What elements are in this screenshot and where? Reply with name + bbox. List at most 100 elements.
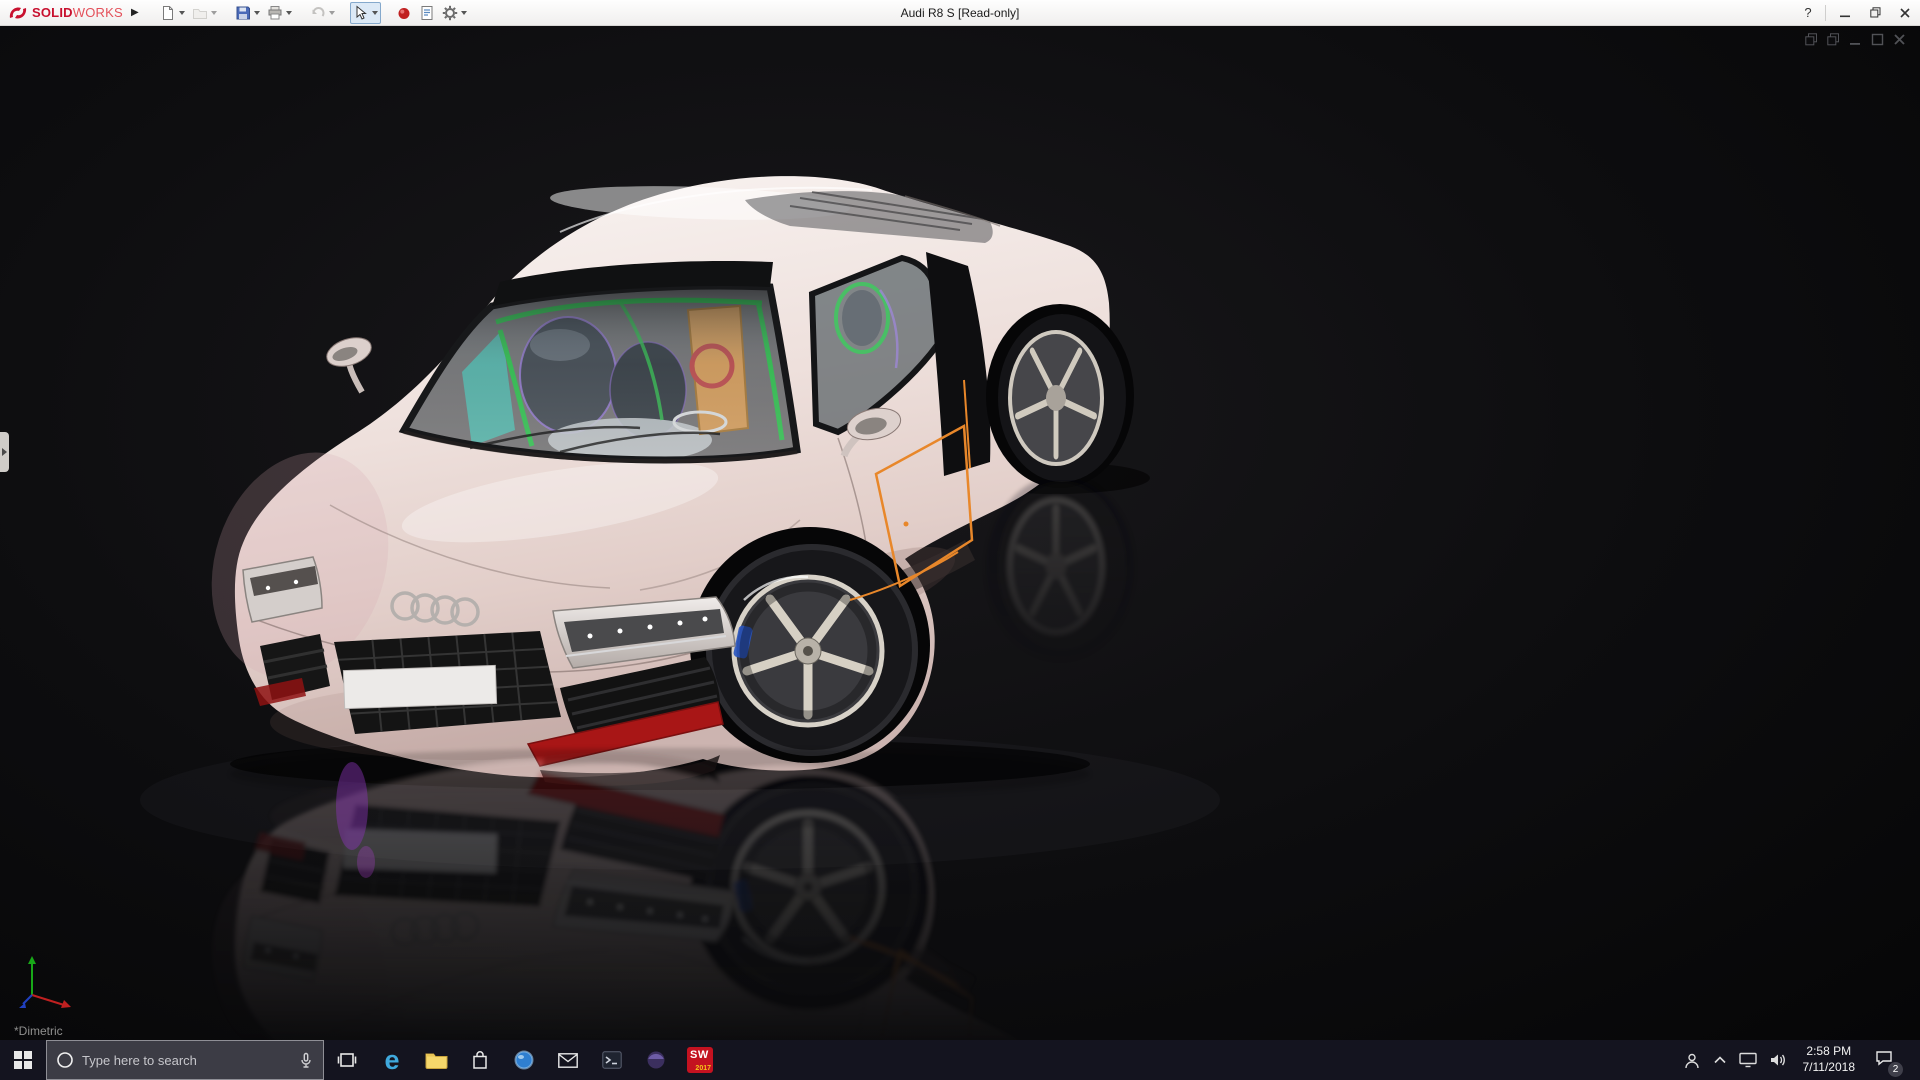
file-explorer-icon <box>425 1053 447 1069</box>
dropdown-caret[interactable] <box>371 10 378 15</box>
undo-arrow-icon <box>312 6 325 17</box>
red-sphere-icon <box>398 7 410 19</box>
dropdown-caret[interactable] <box>210 10 217 15</box>
open-document-button[interactable] <box>189 2 220 24</box>
taskbar-app-file-explorer[interactable] <box>414 1040 458 1080</box>
solidworks-logo-icon <box>9 7 27 18</box>
expand-arrow-icon <box>2 448 7 456</box>
taskbar-app-sphere[interactable] <box>634 1040 678 1080</box>
display-tray-icon[interactable] <box>1738 1052 1757 1068</box>
brand-solid: SOLID <box>32 5 73 20</box>
model-canvas[interactable] <box>0 26 1920 1040</box>
windows-logo-icon <box>14 1051 32 1069</box>
taskbar-app-browser[interactable] <box>502 1040 546 1080</box>
sphere-app-icon <box>647 1051 665 1069</box>
car-model[interactable] <box>184 176 1150 790</box>
reflection-artifact <box>336 762 368 850</box>
task-view-icon <box>337 1053 357 1067</box>
taskbar-clock[interactable]: 2:58 PM 7/11/2018 <box>1799 1044 1860 1075</box>
solidworks-application: SOLIDWORKS ▶ Audi R8 S [Read-only] ? *Di… <box>0 0 1920 1080</box>
restore-button[interactable] <box>1860 0 1890 25</box>
rear-wheel[interactable] <box>986 304 1134 488</box>
browser-globe-icon <box>514 1050 534 1070</box>
taskbar-app-edge[interactable]: e <box>370 1040 414 1080</box>
cascade-icon[interactable] <box>1805 33 1818 46</box>
select-tool-button[interactable] <box>349 1 381 24</box>
sw-label: SW <box>690 1049 709 1061</box>
cortana-icon <box>57 1052 73 1068</box>
save-floppy-icon <box>236 6 250 19</box>
dropdown-caret[interactable] <box>328 10 335 15</box>
taskbar-app-solidworks[interactable]: SW 2017 <box>678 1040 722 1080</box>
new-document-icon <box>162 5 173 20</box>
minimize-button[interactable] <box>1830 0 1860 25</box>
store-bag-icon <box>473 1051 487 1069</box>
view-orientation-label: *Dimetric <box>14 1024 63 1038</box>
dropdown-caret[interactable] <box>285 10 292 15</box>
xpress-products-button[interactable] <box>393 2 415 24</box>
document-window-controls <box>1805 33 1906 46</box>
triad-icon <box>19 956 71 1008</box>
dropdown-caret[interactable] <box>253 10 260 15</box>
print-button[interactable] <box>264 2 295 24</box>
printer-icon <box>268 5 282 19</box>
quick-access-toolbar <box>157 1 470 24</box>
menu-expand-button[interactable]: ▶ <box>127 2 143 24</box>
taskbar-search[interactable] <box>46 1040 324 1080</box>
window-controls: ? <box>1795 0 1920 25</box>
undo-button[interactable] <box>307 2 338 24</box>
left-mirror[interactable] <box>323 333 375 394</box>
console-icon <box>602 1051 622 1069</box>
system-tray: 2:58 PM 7/11/2018 2 <box>1683 1040 1920 1080</box>
microphone-icon[interactable] <box>298 1052 314 1069</box>
volume-tray-icon[interactable] <box>1769 1052 1787 1068</box>
document-title: Audi R8 S [Read-only] <box>900 5 1020 20</box>
separator <box>1825 4 1826 21</box>
tray-overflow-chevron[interactable] <box>1713 1055 1727 1065</box>
feature-panel-tab[interactable] <box>0 432 9 472</box>
document-properties-icon <box>421 5 433 20</box>
mail-envelope-icon <box>558 1052 578 1068</box>
new-document-button[interactable] <box>157 2 188 24</box>
dropdown-caret[interactable] <box>178 10 185 15</box>
edge-icon: e <box>384 1044 400 1075</box>
sw-year: 2017 <box>695 1065 711 1072</box>
brand-text: SOLIDWORKS <box>32 5 123 20</box>
options-button[interactable] <box>439 2 470 24</box>
restore-icon <box>1869 7 1880 18</box>
brand-works: WORKS <box>72 5 123 20</box>
search-input[interactable] <box>82 1052 290 1068</box>
solidworks-logo: SOLIDWORKS <box>0 5 127 21</box>
doc-minimize-icon[interactable] <box>1849 33 1862 46</box>
taskbar-app-store[interactable] <box>458 1040 502 1080</box>
rear-wheel-reflection <box>986 476 1134 660</box>
minimize-icon <box>1840 15 1850 17</box>
clock-time: 2:58 PM <box>1806 1044 1852 1059</box>
cascade-icon[interactable] <box>1827 33 1840 46</box>
close-button[interactable] <box>1890 0 1920 25</box>
taskbar-app-console[interactable] <box>590 1040 634 1080</box>
windows-taskbar: e <box>0 1040 1920 1080</box>
solidworks-2017-icon: SW 2017 <box>687 1047 713 1073</box>
windshield[interactable] <box>398 282 801 464</box>
save-button[interactable] <box>232 2 263 24</box>
orientation-triad <box>16 951 80 1018</box>
action-center-button[interactable]: 2 <box>1871 1046 1903 1077</box>
graphics-area[interactable]: *Dimetric <box>0 26 1920 1040</box>
help-button[interactable]: ? <box>1795 5 1821 20</box>
taskbar-app-mail[interactable] <box>546 1040 590 1080</box>
dropdown-caret[interactable] <box>460 10 467 15</box>
doc-restore-icon[interactable] <box>1871 33 1884 46</box>
start-button[interactable] <box>0 1040 46 1080</box>
file-properties-button[interactable] <box>416 2 438 24</box>
license-plate[interactable] <box>342 664 498 710</box>
people-tray-icon[interactable] <box>1683 1052 1701 1069</box>
clock-date: 7/11/2018 <box>1802 1060 1856 1074</box>
open-folder-icon <box>192 8 207 19</box>
select-arrow-icon <box>356 4 367 20</box>
doc-close-icon[interactable] <box>1893 33 1906 46</box>
titlebar: SOLIDWORKS ▶ Audi R8 S [Read-only] ? <box>0 0 1920 26</box>
gear-icon <box>442 5 458 20</box>
task-view-button[interactable] <box>324 1040 370 1080</box>
notification-badge: 2 <box>1888 1061 1903 1077</box>
